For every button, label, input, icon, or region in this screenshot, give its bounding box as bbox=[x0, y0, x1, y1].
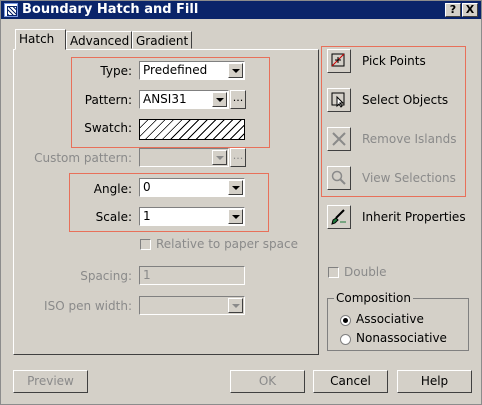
chevron-down-icon[interactable] bbox=[228, 209, 243, 224]
double-checkbox[interactable] bbox=[328, 267, 339, 278]
nonassociative-radio[interactable] bbox=[340, 334, 351, 345]
swatch-label: Swatch: bbox=[84, 121, 132, 135]
nonassociative-label: Nonassociative bbox=[356, 331, 447, 345]
remove-islands-button[interactable] bbox=[327, 127, 351, 151]
angle-value: 0 bbox=[143, 180, 151, 194]
angle-label: Angle: bbox=[93, 182, 132, 196]
scale-dropdown[interactable]: 1 bbox=[139, 207, 245, 226]
scale-value: 1 bbox=[143, 209, 151, 223]
pick-points-button[interactable] bbox=[327, 49, 351, 73]
relative-paper-space-label: Relative to paper space bbox=[156, 237, 298, 251]
custom-pattern-label: Custom pattern: bbox=[34, 151, 132, 165]
pattern-browse-button[interactable]: ... bbox=[230, 90, 246, 109]
type-label: Type: bbox=[100, 64, 132, 78]
relative-paper-space-checkbox[interactable] bbox=[140, 239, 151, 250]
select-objects-label: Select Objects bbox=[362, 93, 449, 107]
pattern-swatch[interactable] bbox=[139, 119, 245, 140]
chevron-down-icon[interactable] bbox=[228, 180, 243, 195]
custom-pattern-browse-button[interactable]: ... bbox=[230, 148, 246, 167]
close-title-button[interactable]: X bbox=[462, 3, 478, 17]
chevron-down-icon[interactable] bbox=[212, 150, 227, 165]
help-title-button[interactable]: ? bbox=[445, 3, 461, 17]
pick-points-label: Pick Points bbox=[362, 54, 426, 68]
associative-radio[interactable] bbox=[340, 315, 351, 326]
select-objects-icon bbox=[331, 92, 345, 108]
tab-advanced[interactable]: Advanced bbox=[66, 31, 132, 49]
angle-dropdown[interactable]: 0 bbox=[139, 178, 245, 197]
close-icon bbox=[332, 132, 346, 146]
view-selections-button[interactable] bbox=[327, 166, 351, 190]
title-bar[interactable]: Boundary Hatch and Fill ? X bbox=[1, 1, 481, 19]
double-label: Double bbox=[344, 265, 387, 279]
view-selections-label: View Selections bbox=[362, 171, 456, 185]
iso-pen-width-dropdown[interactable] bbox=[139, 296, 245, 315]
help-button[interactable]: Help bbox=[397, 370, 472, 393]
scale-label: Scale: bbox=[95, 210, 132, 224]
inherit-properties-button[interactable] bbox=[327, 205, 351, 229]
chevron-down-icon[interactable] bbox=[212, 92, 227, 107]
inherit-properties-label: Inherit Properties bbox=[362, 210, 466, 224]
preview-button[interactable]: Preview bbox=[13, 370, 88, 393]
type-value: Predefined bbox=[143, 63, 208, 77]
paintbrush-icon bbox=[331, 209, 346, 225]
custom-pattern-dropdown[interactable] bbox=[139, 148, 229, 167]
spacing-label: Spacing: bbox=[80, 269, 132, 283]
window-title: Boundary Hatch and Fill bbox=[22, 2, 199, 17]
type-dropdown[interactable]: Predefined bbox=[139, 61, 245, 80]
iso-pen-width-label: ISO pen width: bbox=[44, 299, 132, 313]
hatch-app-icon bbox=[4, 3, 18, 17]
chevron-down-icon[interactable] bbox=[228, 63, 243, 78]
dialog-window: Boundary Hatch and Fill ? X Hatch Advanc… bbox=[0, 0, 482, 405]
pattern-value: ANSI31 bbox=[143, 92, 187, 106]
composition-group: Composition Associative Nonassociative bbox=[327, 291, 469, 351]
magnifier-icon bbox=[331, 170, 346, 185]
pattern-label: Pattern: bbox=[84, 93, 132, 107]
spacing-input[interactable]: 1 bbox=[139, 266, 245, 285]
cancel-button[interactable]: Cancel bbox=[313, 370, 388, 393]
tab-gradient[interactable]: Gradient bbox=[132, 31, 192, 49]
associative-label: Associative bbox=[356, 312, 424, 326]
chevron-down-icon[interactable] bbox=[228, 298, 243, 313]
remove-islands-label: Remove Islands bbox=[362, 132, 457, 146]
ok-button[interactable]: OK bbox=[230, 370, 305, 393]
tab-hatch[interactable]: Hatch bbox=[15, 29, 66, 50]
composition-title: Composition bbox=[334, 291, 413, 305]
select-objects-button[interactable] bbox=[327, 88, 351, 112]
pattern-dropdown[interactable]: ANSI31 bbox=[139, 90, 229, 109]
pick-points-icon bbox=[331, 53, 345, 67]
